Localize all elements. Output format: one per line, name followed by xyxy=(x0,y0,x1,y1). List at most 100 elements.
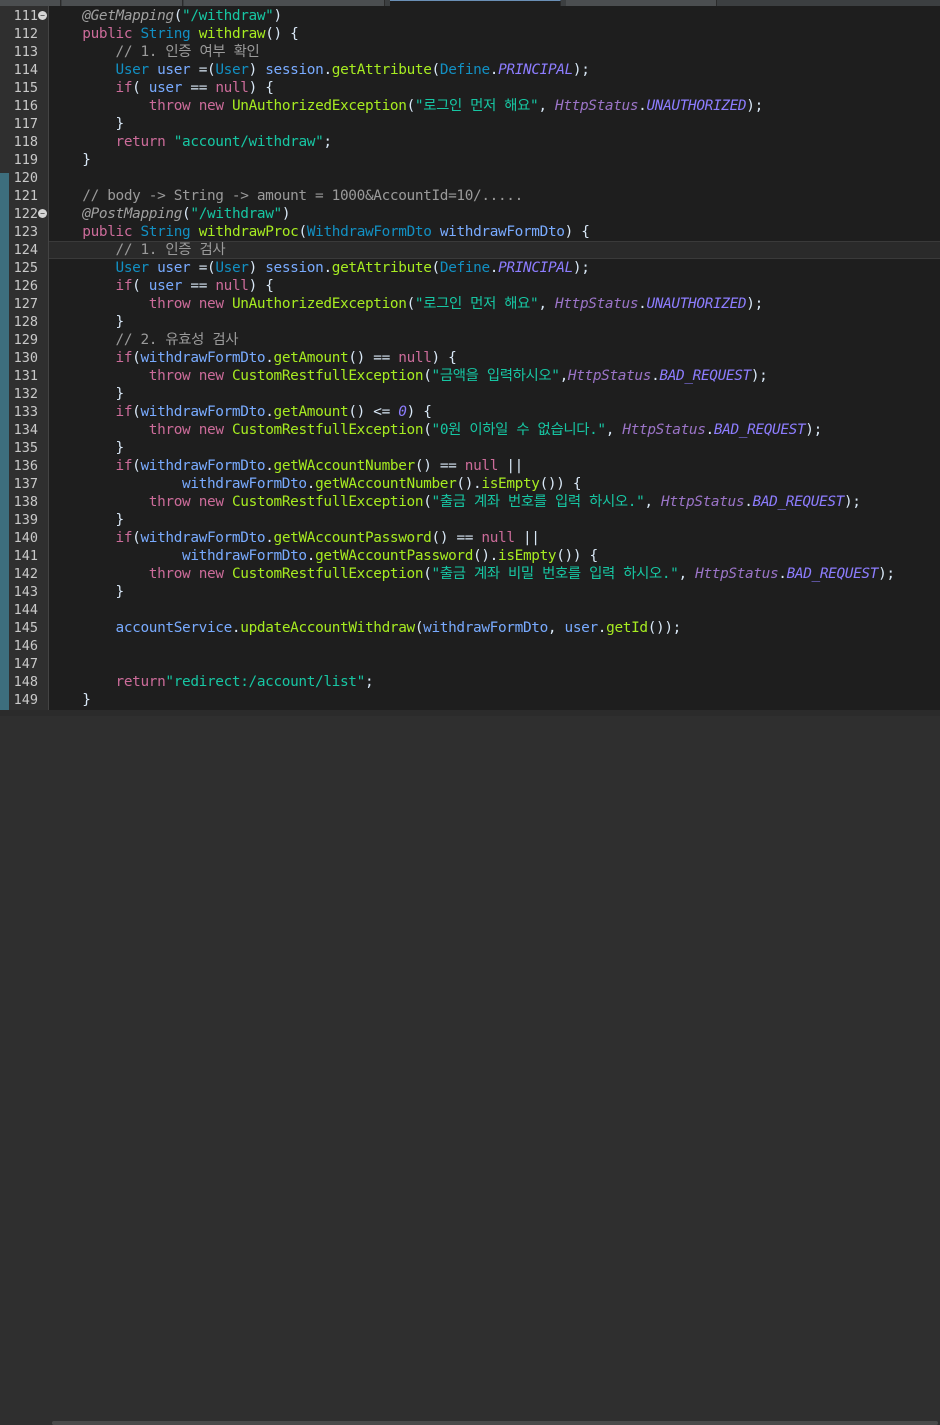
code-token: user xyxy=(148,278,183,294)
line-number: 143 xyxy=(13,584,38,600)
code-line[interactable]: } xyxy=(49,151,91,169)
code-line[interactable]: } xyxy=(49,583,125,601)
code-line[interactable]: return"redirect:/account/list"; xyxy=(49,673,374,691)
code-token: Define xyxy=(439,62,490,78)
code-line[interactable]: @PostMapping("/withdraw") xyxy=(49,205,290,223)
code-area[interactable]: @GetMapping("/withdraw") public String w… xyxy=(49,6,940,716)
code-line[interactable]: throw new UnAuthorizedException("로그인 먼저 … xyxy=(49,97,763,115)
code-token: if xyxy=(115,458,133,474)
line-number: 123 xyxy=(13,224,38,240)
line-number-gutter: 111−112 113 114 115 116 117 118 119 120 121 122−12… xyxy=(0,6,49,716)
code-line[interactable]: public String withdrawProc(WithdrawFormD… xyxy=(49,223,590,241)
code-token: PRINCIPAL xyxy=(498,260,573,276)
code-token: ( xyxy=(431,62,441,78)
code-line[interactable]: public String withdraw() { xyxy=(49,25,299,43)
code-token: public xyxy=(82,224,133,240)
code-editor[interactable]: 111−112 113 114 115 116 117 118 119 120 121 122−12… xyxy=(0,6,940,716)
code-token: null xyxy=(481,530,515,546)
code-token: HttpStatus xyxy=(555,296,639,312)
code-token: . xyxy=(306,476,316,492)
code-token: throw xyxy=(148,368,191,384)
line-number: 140 xyxy=(13,530,38,546)
code-line[interactable]: // 1. 인증 검사 xyxy=(49,241,226,259)
code-line[interactable]: if( user == null) { xyxy=(49,277,274,295)
code-token: new xyxy=(198,98,224,114)
code-token: user xyxy=(564,620,599,636)
code-token: . xyxy=(231,620,241,636)
fold-collapse-icon[interactable]: − xyxy=(38,11,47,20)
code-token: , xyxy=(605,422,623,438)
line-number: 127 xyxy=(13,296,38,312)
code-token: null xyxy=(215,80,249,96)
line-number: 126 xyxy=(13,278,38,294)
code-line[interactable]: } xyxy=(49,439,125,457)
code-token: session xyxy=(265,260,324,276)
horizontal-scrollbar[interactable] xyxy=(52,1421,938,1425)
code-token: ) xyxy=(273,8,283,24)
code-line[interactable]: } xyxy=(49,511,125,529)
code-line[interactable]: throw new CustomRestfullException("출금 계좌… xyxy=(49,565,895,583)
fold-collapse-icon[interactable]: − xyxy=(38,209,47,218)
code-token: HttpStatus xyxy=(555,98,639,114)
code-token: CustomRestfullException xyxy=(231,566,424,582)
code-token: HttpStatus xyxy=(661,494,745,510)
code-line[interactable]: throw new CustomRestfullException("출금 계좌… xyxy=(49,493,861,511)
code-line[interactable]: // 1. 인증 여부 확인 xyxy=(49,43,260,61)
code-line[interactable]: } xyxy=(49,385,125,403)
code-line[interactable]: if(withdrawFormDto.getAmount() == null) … xyxy=(49,349,457,367)
code-line[interactable]: if(withdrawFormDto.getAmount() <= 0) { xyxy=(49,403,432,421)
code-line[interactable]: if(withdrawFormDto.getWAccountPassword()… xyxy=(49,529,540,547)
code-line[interactable]: return "account/withdraw"; xyxy=(49,133,333,151)
code-token: user xyxy=(157,62,191,78)
code-line[interactable]: if(withdrawFormDto.getWAccountNumber() =… xyxy=(49,457,524,475)
code-token: . xyxy=(265,350,274,366)
code-token: ()) { xyxy=(556,548,598,564)
code-line[interactable]: } xyxy=(49,691,91,709)
code-line[interactable]: throw new CustomRestfullException("금액을 입… xyxy=(49,367,768,385)
code-token: || xyxy=(498,458,523,474)
code-line[interactable]: // 2. 유효성 검사 xyxy=(49,331,239,349)
code-token: . xyxy=(265,404,274,420)
code-line[interactable]: accountService.updateAccountWithdraw(wit… xyxy=(49,619,682,637)
code-line[interactable]: withdrawFormDto.getWAccountNumber().isEm… xyxy=(49,475,581,493)
code-token: withdrawFormDto xyxy=(140,350,266,366)
line-number: 132 xyxy=(13,386,38,402)
code-line[interactable]: User user =(User) session.getAttribute(D… xyxy=(49,61,590,79)
code-token: WithdrawFormDto xyxy=(306,224,432,240)
line-number: 124 xyxy=(13,242,38,258)
line-number: 136 xyxy=(13,458,38,474)
code-line[interactable]: throw new UnAuthorizedException("로그인 먼저 … xyxy=(49,295,763,313)
code-token: getWAccountPassword xyxy=(273,530,432,546)
code-line[interactable]: if( user == null) { xyxy=(49,79,274,97)
code-token: , xyxy=(538,296,556,312)
line-number: 117 xyxy=(13,116,38,132)
code-line[interactable]: @GetMapping("/withdraw") xyxy=(49,7,282,25)
code-line[interactable]: } xyxy=(49,313,125,331)
code-line[interactable]: } xyxy=(49,115,125,133)
line-number: 120 xyxy=(13,170,38,186)
line-number: 118 xyxy=(13,134,38,150)
code-token: new xyxy=(198,422,224,438)
line-number: 137 xyxy=(13,476,38,492)
code-line[interactable]: withdrawFormDto.getWAccountPassword().is… xyxy=(49,547,598,565)
code-token: withdrawFormDto xyxy=(423,620,548,636)
code-token: accountService xyxy=(115,620,233,636)
code-token: User xyxy=(215,62,249,78)
code-token: ); xyxy=(750,368,768,384)
code-token: withdrawFormDto xyxy=(140,458,266,474)
code-line[interactable]: User user =(User) session.getAttribute(D… xyxy=(49,259,590,277)
code-token: withdrawFormDto xyxy=(140,404,266,420)
code-line[interactable]: // body -> String -> amount = 1000&Accou… xyxy=(49,187,523,205)
line-number: 125 xyxy=(13,260,38,276)
code-line[interactable]: throw new CustomRestfullException("0원 이하… xyxy=(49,421,822,439)
editor-bottom-edge xyxy=(0,710,940,1425)
